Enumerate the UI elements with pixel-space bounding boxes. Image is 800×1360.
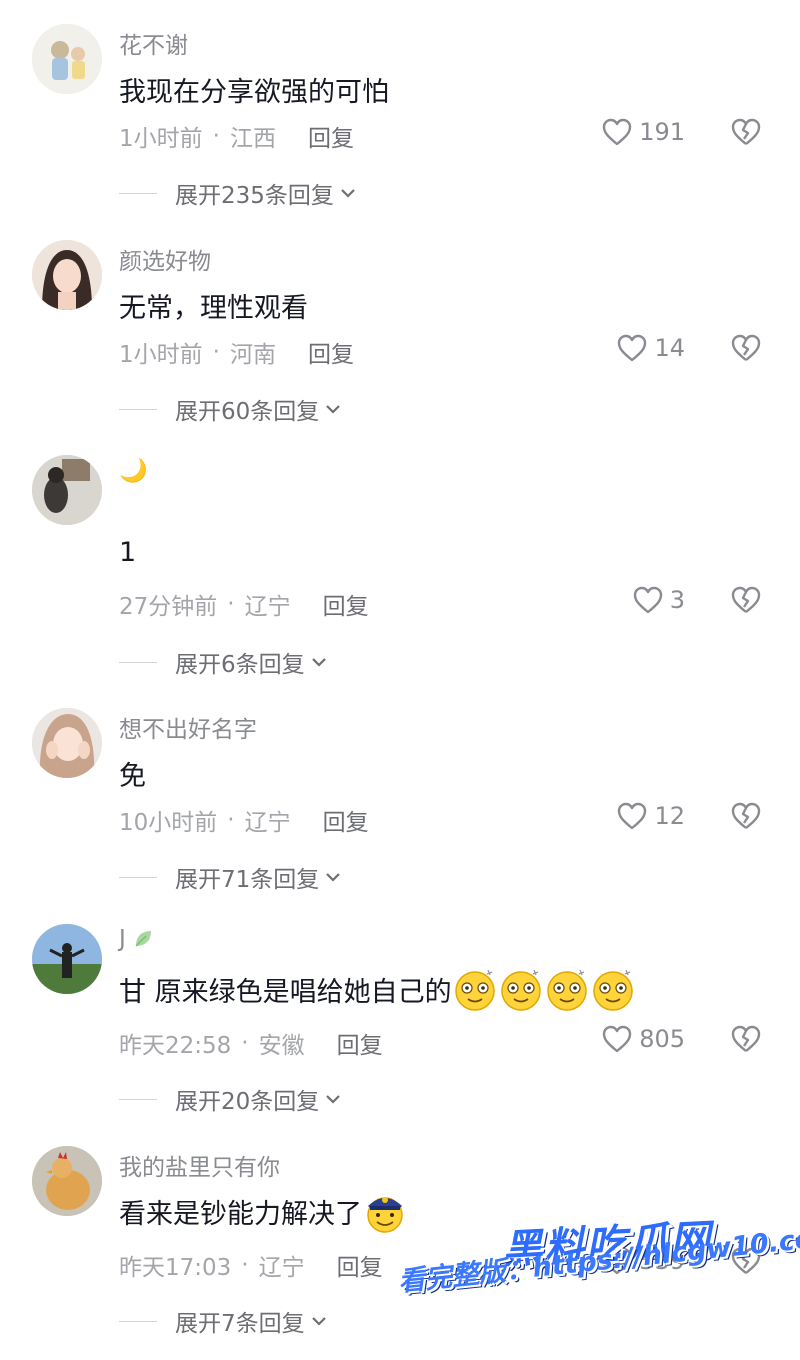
comment-meta: 昨天17:03 · 辽宁 回复 [119,1248,383,1282]
reply-button[interactable]: 回复 [308,335,354,369]
broken-heart-icon[interactable] [730,1024,762,1054]
expand-replies[interactable]: 展开71条回复 [119,860,343,894]
avatar[interactable] [32,24,102,94]
divider [119,1098,157,1100]
expand-label: 展开60条回复 [175,399,320,425]
expand-label: 展开235条回复 [175,183,334,209]
heart-outline-icon [618,802,647,830]
comment-text: 甘 原来绿色是唱给她自己的 [119,966,636,1012]
like-button[interactable]: 805 [601,1024,685,1054]
location: 江西 [229,126,276,152]
heart-outline-icon [618,334,647,362]
location: 安徽 [258,1033,305,1059]
comment-list: 花不谢 我现在分享欲强的可怕 1小时前 · 江西 回复 191 展开235条回复… [0,0,800,1360]
separator: · [212,123,220,149]
expand-label: 展开7条回复 [175,1311,305,1337]
heart-outline-icon [602,118,632,146]
comment-text: 1 [119,537,137,568]
broken-heart-icon[interactable] [730,801,762,831]
separator: · [241,1030,249,1056]
location: 辽宁 [258,1255,305,1281]
expand-label: 展开20条回复 [175,1089,320,1115]
divider [119,192,157,194]
heart-outline-icon [633,586,662,614]
like-count: 191 [639,118,685,146]
chevron-down-icon [326,1095,341,1104]
comment-text: 我现在分享欲强的可怕 [119,77,389,108]
avatar[interactable] [32,455,102,525]
timestamp: 1小时前 [119,126,203,152]
like-button[interactable]: 12 [616,801,685,831]
like-count: 14 [654,334,685,362]
timestamp: 10小时前 [119,810,218,836]
reply-button[interactable]: 回复 [323,587,369,621]
comment-meta: 昨天22:58 · 安徽 回复 [119,1026,383,1060]
username[interactable]: 颜选好物 [119,242,211,276]
like-count: 3 [669,586,685,614]
comment-text: 无常，理性观看 [119,293,308,324]
dizzy-face-emoji-icon [498,966,544,1012]
timestamp: 27分钟前 [119,594,218,620]
avatar[interactable] [32,708,102,778]
username[interactable]: 🌙 [119,457,148,484]
username[interactable]: J [119,926,154,952]
expand-label: 展开6条回复 [175,652,305,678]
chevron-down-icon [341,189,355,198]
timestamp: 昨天17:03 [119,1255,232,1281]
chevron-down-icon [311,1317,326,1326]
like-count: 805 [639,1025,685,1053]
reply-button[interactable]: 回复 [323,803,369,837]
avatar[interactable] [32,924,102,994]
location: 辽宁 [244,594,291,620]
reply-button[interactable]: 回复 [337,1026,383,1060]
heart-outline-icon [602,1025,632,1053]
expand-replies[interactable]: 展开7条回复 [119,1304,329,1338]
expand-label: 展开71条回复 [175,867,320,893]
avatar[interactable] [32,1146,102,1216]
expand-replies[interactable]: 展开6条回复 [119,645,329,679]
separator: · [241,1252,249,1278]
timestamp: 1小时前 [119,342,203,368]
separator: · [227,807,235,833]
expand-replies[interactable]: 展开235条回复 [119,176,358,210]
username[interactable]: 我的盐里只有你 [119,1148,280,1182]
dizzy-face-emoji-icon [452,966,498,1012]
broken-heart-icon[interactable] [730,117,762,147]
divider [119,408,157,410]
dizzy-face-emoji-icon [544,966,590,1012]
location: 辽宁 [244,810,291,836]
expand-replies[interactable]: 展开60条回复 [119,392,343,426]
like-button[interactable]: 191 [601,117,685,147]
divider [119,876,157,878]
police-officer-emoji-icon [362,1188,408,1234]
broken-heart-icon[interactable] [730,585,762,615]
leaf-icon [135,931,151,947]
location: 河南 [229,342,276,368]
like-button[interactable]: 3 [632,585,685,615]
dizzy-face-emoji-icon [590,966,636,1012]
comment-meta: 27分钟前 · 辽宁 回复 [119,587,369,621]
timestamp: 昨天22:58 [119,1033,232,1059]
broken-heart-icon[interactable] [730,333,762,363]
comment-meta: 1小时前 · 河南 回复 [119,335,354,369]
separator: · [212,339,220,365]
separator: · [227,591,235,617]
avatar[interactable] [32,240,102,310]
divider [119,661,157,663]
chevron-down-icon [311,658,326,667]
chevron-down-icon [326,405,341,414]
comment-text: 免 [119,761,146,792]
like-count: 12 [654,802,685,830]
username[interactable]: 想不出好名字 [119,710,257,744]
comment-meta: 10小时前 · 辽宁 回复 [119,803,369,837]
username[interactable]: 花不谢 [119,26,188,60]
reply-button[interactable]: 回复 [308,119,354,153]
comment-text: 看来是钞能力解决了 [119,1188,408,1234]
comment-meta: 1小时前 · 江西 回复 [119,119,354,153]
reply-button[interactable]: 回复 [337,1248,383,1282]
expand-replies[interactable]: 展开20条回复 [119,1082,343,1116]
like-button[interactable]: 14 [616,333,685,363]
chevron-down-icon [326,873,341,882]
divider [119,1320,157,1322]
